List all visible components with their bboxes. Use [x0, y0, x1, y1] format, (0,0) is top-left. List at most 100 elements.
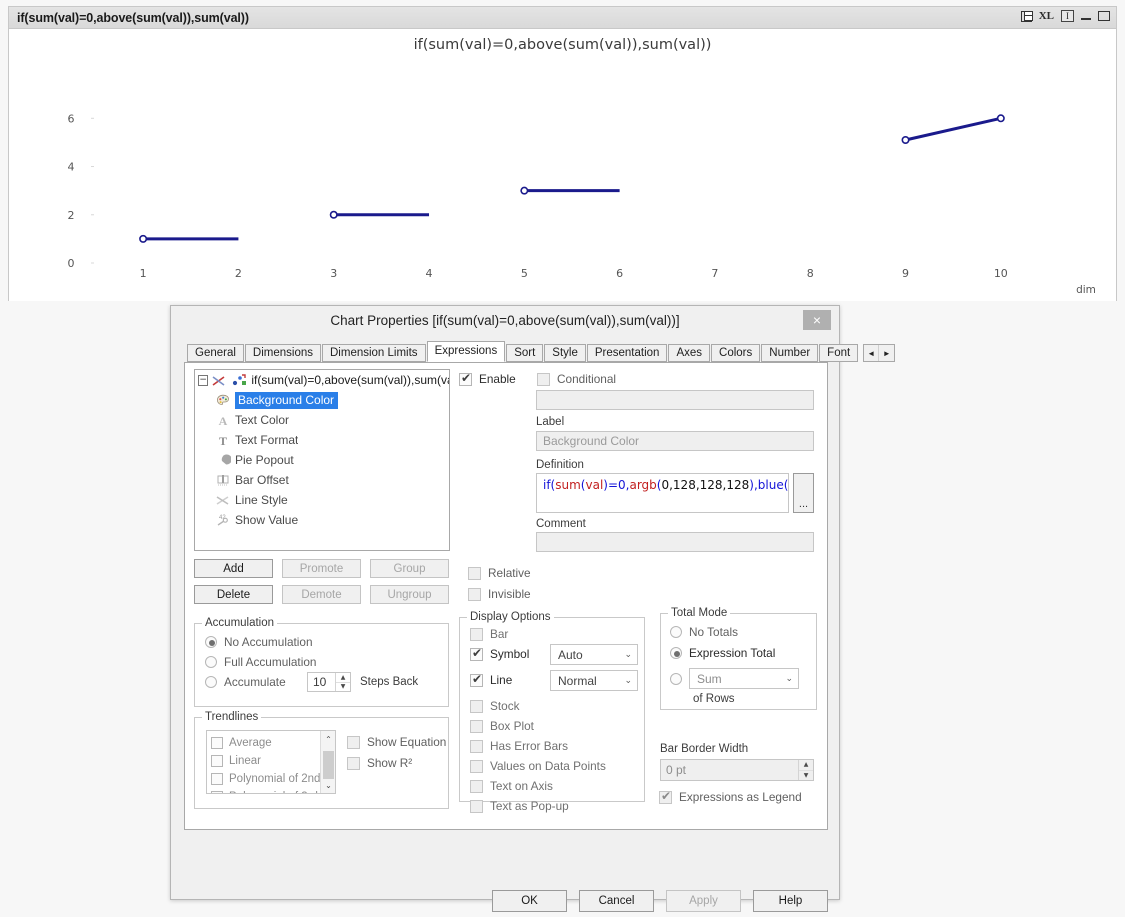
- display-option-values-on-data-points[interactable]: Values on Data Points: [470, 759, 606, 773]
- expression-tree[interactable]: − if(sum(val)=0,above(sum(val)),sum(val))…: [194, 369, 450, 551]
- ok-button[interactable]: OK: [492, 890, 567, 912]
- tab-font[interactable]: Font: [819, 344, 859, 362]
- close-icon[interactable]: ×: [803, 310, 831, 330]
- tree-item-text-color[interactable]: A Text Color: [195, 410, 449, 430]
- tab-expressions[interactable]: Expressions: [426, 341, 506, 362]
- trendlines-scrollbar[interactable]: ⌃ ⌄: [320, 731, 335, 793]
- add-button[interactable]: Add: [194, 559, 273, 578]
- trendline-checkbox[interactable]: [211, 773, 223, 785]
- trendline-checkbox[interactable]: [211, 755, 223, 767]
- show-r2-checkbox[interactable]: Show R²: [347, 756, 412, 770]
- radio-no-accumulation[interactable]: No Accumulation: [205, 635, 313, 649]
- text-box-icon[interactable]: I: [1061, 10, 1074, 22]
- tab-presentation[interactable]: Presentation: [586, 344, 668, 362]
- invisible-checkbox[interactable]: Invisible: [468, 587, 531, 601]
- display-option-text-on-axis[interactable]: Text on Axis: [470, 779, 553, 793]
- help-button[interactable]: Help: [753, 890, 828, 912]
- label-input[interactable]: Background Color: [536, 431, 814, 451]
- comment-input[interactable]: [536, 532, 814, 552]
- stepper-up-icon[interactable]: ▲: [336, 673, 350, 683]
- svg-text:T: T: [219, 434, 227, 448]
- delete-button[interactable]: Delete: [194, 585, 273, 604]
- tree-item-show-value[interactable]: 42 Show Value: [195, 510, 449, 530]
- tab-general[interactable]: General: [187, 344, 244, 362]
- display-option-has-error-bars[interactable]: Has Error Bars: [470, 739, 568, 753]
- show-equation-checkbox[interactable]: Show Equation: [347, 735, 446, 749]
- display-option-symbol[interactable]: Symbol: [470, 646, 529, 661]
- promote-button[interactable]: Promote: [282, 559, 361, 578]
- scroll-down-icon[interactable]: ⌄: [321, 777, 335, 793]
- bar-border-width-stepper[interactable]: 0 pt ▲ ▼: [660, 759, 814, 781]
- line-dropdown[interactable]: Normal ⌄: [550, 670, 638, 691]
- scroll-up-icon[interactable]: ⌃: [321, 731, 335, 747]
- tab-colors[interactable]: Colors: [711, 344, 761, 362]
- tab-nav-next-icon[interactable]: ►: [879, 345, 894, 361]
- trendline-checkbox[interactable]: [211, 791, 223, 793]
- ungroup-button[interactable]: Ungroup: [370, 585, 449, 604]
- display-option-text-as-pop-up[interactable]: Text as Pop-up: [470, 799, 569, 813]
- scrollbar-thumb[interactable]: [323, 751, 334, 779]
- relative-checkbox[interactable]: Relative: [468, 566, 531, 580]
- display-option-label: Bar: [490, 627, 509, 641]
- trendlines-list[interactable]: ⌃ ⌄ Average Linear Polynomial of 2nd d Poly…: [206, 730, 336, 794]
- symbol-dropdown[interactable]: Auto ⌄: [550, 644, 638, 665]
- total-mode-legend: Total Mode: [668, 607, 731, 619]
- display-option-stock[interactable]: Stock: [470, 699, 520, 713]
- display-option-line[interactable]: Line: [470, 672, 512, 687]
- trendline-item-0[interactable]: Average: [207, 734, 335, 752]
- tree-item-bar-offset[interactable]: Bar Offset: [195, 470, 449, 490]
- chart-data-point: [329, 210, 338, 219]
- radio-no-totals[interactable]: No Totals: [670, 625, 738, 639]
- enable-checkbox[interactable]: Enable: [459, 371, 516, 386]
- radio-no-totals-label: No Totals: [689, 625, 738, 639]
- display-options-legend: Display Options: [467, 611, 554, 623]
- tree-root-item[interactable]: − if(sum(val)=0,above(sum(val)),sum(val)): [195, 370, 449, 390]
- conditional-checkbox[interactable]: Conditional: [537, 372, 616, 386]
- tab-axes[interactable]: Axes: [668, 344, 711, 362]
- tab-nav-prev-icon[interactable]: ◄: [864, 345, 880, 361]
- steps-back-spin-buttons[interactable]: ▲ ▼: [335, 673, 350, 691]
- tab-style[interactable]: Style: [544, 344, 586, 362]
- tree-item-line-style[interactable]: Line Style: [195, 490, 449, 510]
- demote-button[interactable]: Demote: [282, 585, 361, 604]
- radio-accumulate[interactable]: Accumulate: [205, 675, 286, 689]
- minimize-icon[interactable]: [1081, 11, 1091, 21]
- conditional-input[interactable]: [536, 390, 814, 410]
- radio-expression-total[interactable]: Expression Total: [670, 646, 775, 660]
- bar-border-spin-buttons[interactable]: ▲ ▼: [798, 760, 813, 780]
- print-icon[interactable]: [1020, 10, 1033, 22]
- chart-svg: 0 2 4 6 1 2 3 4 5 6 7 8 9 10 dim: [68, 112, 1096, 296]
- trendline-checkbox[interactable]: [211, 737, 223, 749]
- trendline-item-1[interactable]: Linear: [207, 752, 335, 770]
- total-aggregation-dropdown[interactable]: Sum ⌄: [689, 668, 799, 689]
- tree-item-pie-popout[interactable]: Pie Popout: [195, 450, 449, 470]
- apply-button[interactable]: Apply: [666, 890, 741, 912]
- stepper-up-icon[interactable]: ▲: [799, 760, 813, 771]
- tree-item-background-color[interactable]: Background Color: [195, 390, 449, 410]
- conditional-box: [537, 372, 550, 386]
- cancel-button[interactable]: Cancel: [579, 890, 654, 912]
- tree-item-text-format[interactable]: T Text Format: [195, 430, 449, 450]
- steps-back-stepper[interactable]: 10 ▲ ▼: [307, 672, 351, 692]
- trendline-item-3[interactable]: Polynomial of 3rd d: [207, 788, 335, 793]
- group-button[interactable]: Group: [370, 559, 449, 578]
- display-option-bar[interactable]: Bar: [470, 627, 508, 641]
- tab-dimensions[interactable]: Dimensions: [244, 344, 321, 362]
- tab-dimension-limits[interactable]: Dimension Limits: [322, 344, 426, 362]
- stepper-down-icon[interactable]: ▼: [336, 683, 350, 692]
- display-option-box-plot[interactable]: Box Plot: [470, 719, 534, 733]
- definition-input[interactable]: if(sum(val)=0,argb(0,128,128,128),blue()…: [536, 473, 789, 513]
- xl-icon[interactable]: XL: [1039, 10, 1054, 22]
- x-axis-tick-label: 7: [711, 267, 718, 280]
- definition-browse-button[interactable]: ...: [793, 473, 814, 513]
- tab-sort[interactable]: Sort: [506, 344, 544, 362]
- definition-token: blue: [757, 478, 784, 492]
- tree-expander-icon[interactable]: −: [198, 374, 209, 386]
- stepper-down-icon[interactable]: ▼: [799, 771, 813, 781]
- expressions-as-legend-checkbox[interactable]: Expressions as Legend: [659, 789, 802, 804]
- radio-full-accumulation[interactable]: Full Accumulation: [205, 655, 316, 669]
- trendline-item-2[interactable]: Polynomial of 2nd d: [207, 770, 335, 788]
- maximize-icon[interactable]: [1098, 11, 1110, 21]
- radio-total-aggregation[interactable]: Sum ⌄: [670, 668, 799, 689]
- tab-number[interactable]: Number: [761, 344, 819, 362]
